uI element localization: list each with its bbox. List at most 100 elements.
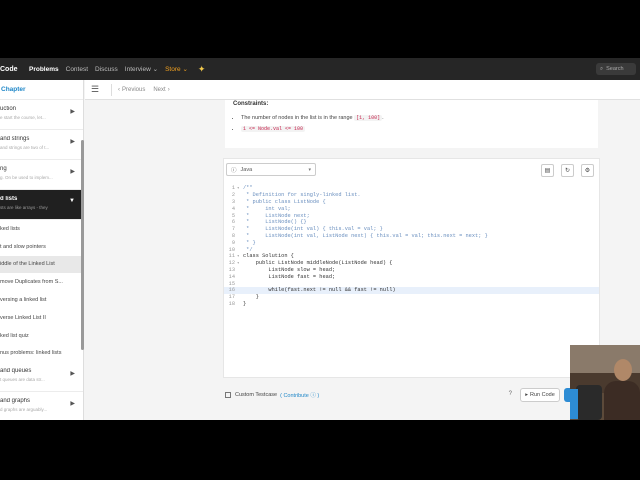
code-line[interactable]: 2 * Definition for singly-linked list. (224, 192, 599, 199)
main-content: Constraints: The number of nodes in the … (85, 100, 640, 420)
custom-testcase-checkbox[interactable] (225, 392, 231, 398)
section-title: and graphs (0, 398, 31, 405)
code-line[interactable]: 9 * } (224, 239, 599, 246)
code-line[interactable]: 16 while(fast.next != null && fast != nu… (224, 286, 599, 294)
section-title: and queues (0, 368, 32, 375)
app-frame: Code Problems Contest Discuss Interview … (0, 58, 640, 420)
menu-icon[interactable]: ☰ (91, 84, 105, 95)
code-line[interactable]: 10 */ (224, 246, 599, 253)
sidebar-section-introduction[interactable]: uction e start the course, let... ▶ (0, 100, 83, 130)
code-text: * ListNode(int val) { this.val = val; } (243, 226, 383, 233)
code-line[interactable]: 18} (224, 301, 599, 308)
section-desc: sts are like arrays - they (0, 205, 48, 210)
webcam-person-head (614, 359, 632, 381)
sidebar-section-stacks-queues[interactable]: and queues t queues are data str... ▶ (0, 362, 83, 393)
sidebar-item[interactable]: ked list quiz (0, 327, 83, 345)
code-line[interactable]: 14 ListNode fast = head; (224, 273, 599, 280)
search-icon: ⌕ (600, 65, 604, 72)
contribute-link[interactable]: ( Contribute ⓘ ) (280, 391, 319, 399)
code-line[interactable]: 11 ▾ class Solution { (224, 253, 599, 260)
language-value: Java (240, 166, 253, 173)
nav-store[interactable]: Store ⌄ (165, 65, 188, 73)
code-line[interactable]: 6 * ListNode() {} (224, 219, 599, 226)
nav-discuss[interactable]: Discuss (95, 66, 118, 73)
sidebar-item[interactable]: nus problems: linked lists (0, 345, 83, 363)
sidebar-section-hashing[interactable]: ng g. On be used to implem... ▶ (0, 160, 83, 190)
reset-code-button[interactable]: ↻ (561, 164, 574, 177)
code-line[interactable]: 3 * public class ListNode { (224, 199, 599, 206)
line-number: 3 (231, 198, 235, 205)
sidebar-item[interactable]: verse Linked List II (0, 309, 83, 327)
language-select[interactable]: ⓘ Java ▾ (226, 163, 316, 176)
lightbulb-icon[interactable]: ✦ (198, 64, 206, 75)
code-line[interactable]: 12 ▾ public ListNode middleNode(ListNode … (224, 260, 599, 267)
next-button[interactable]: Next › (153, 87, 169, 93)
sidebar-item[interactable]: move Duplicates from S... (0, 273, 83, 291)
code-text: ListNode slow = head; (243, 266, 336, 273)
webcam-screen (570, 389, 578, 419)
code-line[interactable]: 13 ListNode slow = head; (224, 267, 599, 274)
code-area[interactable]: 1 ▾/** 2 * Definition for singly-linked li… (224, 185, 599, 377)
sidebar-section-linked-lists[interactable]: d lists sts are like arrays - they ▼ (0, 190, 83, 220)
nav-contest[interactable]: Contest (66, 66, 88, 73)
sidebar: Chapter uction e start the course, let..… (0, 80, 84, 420)
section-desc: and strings are two of t... (0, 145, 50, 150)
previous-button[interactable]: ‹ Previous (118, 87, 145, 93)
nav-interview-label: Interview (124, 66, 151, 73)
code-text: * } (243, 239, 256, 246)
constraint-code: 1 <= Node.val <= 100 (241, 126, 306, 132)
code-text: * ListNode(int val, ListNode next) { thi… (243, 232, 488, 239)
editor-bottom-bar: Custom Testcase ( Contribute ⓘ ) ? ▸ Run … (223, 383, 600, 407)
settings-button[interactable]: ⚙ (581, 164, 594, 177)
line-number: 8 (231, 232, 235, 239)
nav-problems[interactable]: Problems (29, 66, 59, 73)
divider (111, 83, 112, 96)
code-text: * public class ListNode { (243, 198, 326, 205)
run-code-button[interactable]: ▸ Run Code (520, 388, 560, 402)
code-text: * int val; (243, 205, 291, 212)
code-line[interactable]: 17 } (224, 294, 599, 301)
line-number: 13 (228, 266, 235, 273)
code-line[interactable]: 15 (224, 280, 599, 287)
line-number: 11 (228, 253, 235, 260)
chevron-right-icon: ▶ (70, 371, 75, 378)
line-number: 5 (231, 212, 235, 219)
code-text: * ListNode next; (243, 212, 310, 219)
chevron-down-icon: ▾ (308, 166, 311, 173)
webcam-person-body (604, 381, 640, 420)
code-line[interactable]: 8 * ListNode(int val, ListNode next) { t… (224, 233, 599, 240)
line-number: 16 (228, 287, 235, 294)
code-line[interactable]: 5 * ListNode next; (224, 212, 599, 219)
sidebar-item-current[interactable]: iddle of the Linked List (0, 255, 83, 274)
sidebar-chapter-header[interactable]: Chapter (0, 80, 83, 100)
code-line[interactable]: 7 * ListNode(int val) { this.val = val; … (224, 226, 599, 233)
search-box[interactable]: ⌕ Search (596, 63, 636, 75)
line-number: 18 (228, 300, 235, 307)
sidebar-item[interactable]: t and slow pointers (0, 238, 83, 256)
sidebar-section-trees-graphs[interactable]: and graphs d graphs are arguably... ▶ (0, 392, 83, 420)
notes-button[interactable]: ▤ (541, 164, 554, 177)
section-title: d lists (0, 196, 18, 202)
constraint-code: [1, 100] (354, 115, 383, 121)
code-line[interactable]: 4 * int val; (224, 205, 599, 212)
sidebar-section-arrays-strings[interactable]: and strings and strings are two of t... … (0, 130, 83, 160)
sidebar-scrollbar[interactable] (81, 140, 84, 350)
constraint-item: The number of nodes in the list is in th… (241, 115, 384, 121)
webcam-chair (576, 385, 602, 420)
line-number: 4 (231, 205, 235, 212)
code-line[interactable]: 1 ▾/** (224, 185, 599, 192)
next-label: Next (153, 86, 166, 93)
code-text: ListNode fast = head; (243, 273, 336, 280)
line-number: 2 (231, 192, 235, 199)
refresh-icon: ↻ (564, 168, 571, 174)
nav-interview[interactable]: Interview ⌄ (125, 65, 158, 73)
help-icon[interactable]: ? (509, 391, 512, 397)
code-text: class Solution { (243, 253, 294, 260)
code-text: public ListNode middleNode(ListNode head… (243, 260, 393, 267)
sidebar-item[interactable]: ked lists (0, 220, 83, 238)
chevron-down-icon: ▼ (69, 198, 75, 204)
search-placeholder: Search (606, 66, 624, 72)
code-text: } (243, 294, 259, 301)
site-logo[interactable]: Code (0, 66, 22, 73)
sidebar-item[interactable]: versing a linked list (0, 291, 83, 309)
